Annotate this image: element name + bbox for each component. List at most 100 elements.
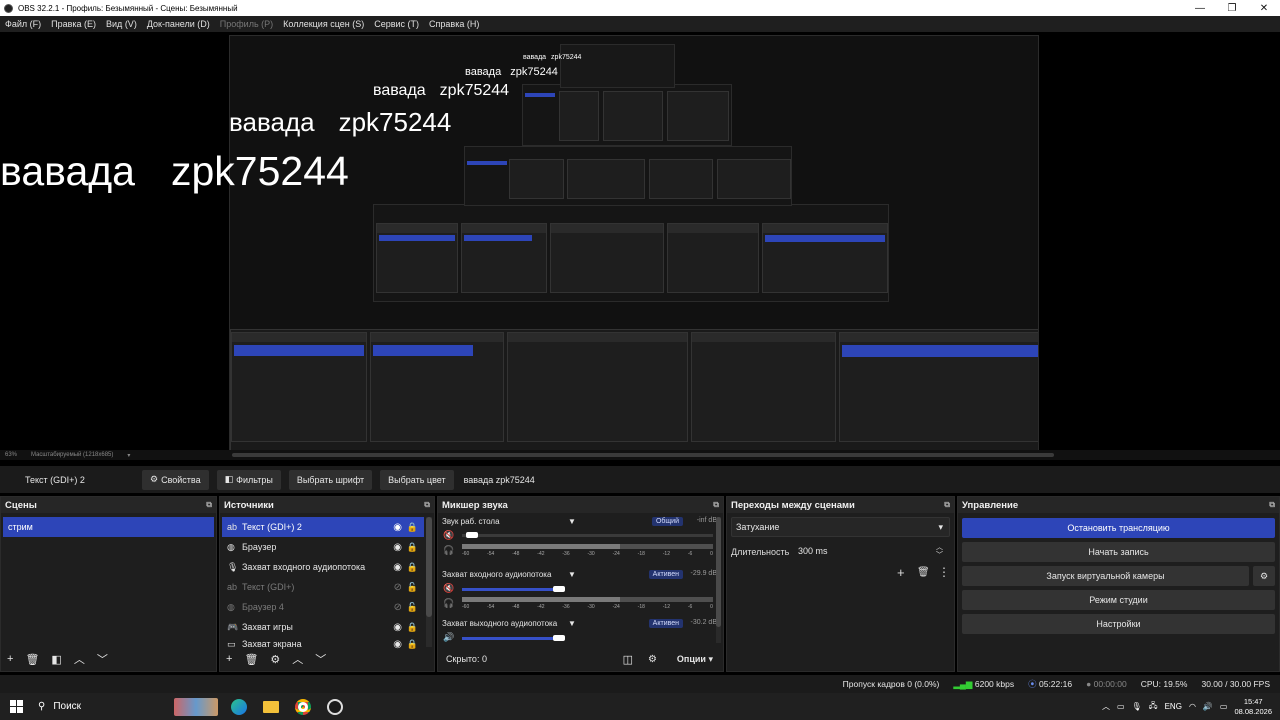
- eye-hidden-icon[interactable]: ⊘: [394, 602, 402, 613]
- gear-icon[interactable]: ⚙: [270, 653, 280, 666]
- move-up-icon[interactable]: ︿: [292, 651, 303, 667]
- popout-icon[interactable]: ⧉: [1269, 500, 1275, 510]
- restore-button[interactable]: ❐: [1216, 0, 1248, 16]
- scene-item[interactable]: стрим: [3, 517, 214, 537]
- monitor-icon[interactable]: ▭: [1117, 702, 1125, 711]
- obs-taskbar-icon[interactable]: [322, 696, 348, 718]
- chevron-down-icon[interactable]: ▼: [568, 619, 576, 628]
- volume-icon[interactable]: 🔊: [1203, 702, 1213, 711]
- unlock-icon[interactable]: 🔓: [407, 582, 418, 593]
- move-down-icon[interactable]: ﹀: [315, 651, 326, 667]
- move-down-icon[interactable]: ﹀: [97, 651, 108, 667]
- chevron-down-icon[interactable]: ▼: [568, 517, 576, 526]
- volume-slider[interactable]: [462, 588, 559, 591]
- menu-view[interactable]: Вид (V): [106, 19, 137, 29]
- transition-select[interactable]: Затухание ▾: [731, 517, 950, 537]
- minimize-button[interactable]: —: [1184, 0, 1216, 16]
- menu-profile[interactable]: Профиль (P): [220, 19, 273, 29]
- stop-streaming-button[interactable]: Остановить трансляцию: [962, 518, 1275, 538]
- trash-icon[interactable]: 🗑: [917, 567, 930, 578]
- unlock-icon[interactable]: 🔓: [407, 602, 418, 613]
- headphones-icon[interactable]: 🎧: [443, 545, 454, 556]
- layout-icon[interactable]: ◫: [623, 653, 633, 666]
- source-item[interactable]: 🎙 Захват входного аудиопотока ◉ 🔒: [222, 557, 424, 577]
- source-item[interactable]: ab Текст (GDI+) 2 ◉ 🔒: [222, 517, 424, 537]
- eye-hidden-icon[interactable]: ⊘: [394, 582, 402, 593]
- popout-icon[interactable]: ⧉: [206, 500, 212, 510]
- network-icon[interactable]: 🖧: [1149, 700, 1158, 714]
- source-item[interactable]: ab Текст (GDI+) ⊘ 🔓: [222, 577, 424, 597]
- taskbar-search[interactable]: ⚲ Поиск: [32, 701, 172, 712]
- add-icon[interactable]: +: [226, 653, 232, 665]
- lock-icon[interactable]: 🔒: [407, 562, 418, 573]
- edge-browser-icon[interactable]: [226, 696, 252, 718]
- advanced-audio-icon[interactable]: ⚙: [648, 654, 657, 665]
- microphone-icon[interactable]: 🎙: [1132, 702, 1142, 711]
- filters-button[interactable]: ◧ Фильтры: [216, 469, 281, 490]
- widgets-icon[interactable]: [172, 696, 220, 718]
- volume-slider[interactable]: [462, 534, 713, 537]
- menu-edit[interactable]: Правка (E): [51, 19, 96, 29]
- start-virtual-camera-button[interactable]: Запуск виртуальной камеры: [962, 566, 1249, 586]
- source-item[interactable]: ◍ Браузер ◉ 🔒: [222, 537, 424, 557]
- popout-icon[interactable]: ⧉: [713, 500, 719, 510]
- preview-canvas[interactable]: вавада zpk75244 вавада zpk75244 вавада zpk7…: [0, 32, 1280, 466]
- battery-icon[interactable]: ▭: [1220, 702, 1228, 711]
- speaker-muted-icon[interactable]: 🔇: [443, 583, 454, 594]
- close-button[interactable]: ✕: [1248, 0, 1280, 16]
- trash-icon[interactable]: 🗑: [25, 653, 39, 666]
- add-icon[interactable]: +: [897, 565, 905, 580]
- trash-icon[interactable]: 🗑: [244, 653, 258, 666]
- vertical-scrollbar[interactable]: [426, 517, 432, 647]
- language-indicator[interactable]: ENG: [1165, 702, 1182, 711]
- file-explorer-icon[interactable]: [258, 696, 284, 718]
- menu-file[interactable]: Файл (F): [5, 19, 41, 29]
- scrollbar-thumb[interactable]: [426, 517, 432, 617]
- volume-slider[interactable]: [462, 637, 559, 640]
- lock-icon[interactable]: 🔒: [407, 522, 418, 533]
- speaker-muted-icon[interactable]: 🔇: [443, 530, 454, 541]
- properties-button[interactable]: ⚙ Свойства: [142, 469, 209, 490]
- select-font-button[interactable]: Выбрать шрифт: [288, 469, 373, 490]
- move-up-icon[interactable]: ︿: [74, 651, 85, 667]
- studio-mode-button[interactable]: Режим студии: [962, 590, 1275, 610]
- start-button[interactable]: [0, 693, 32, 720]
- start-recording-button[interactable]: Начать запись: [962, 542, 1275, 562]
- headphones-icon[interactable]: 🎧: [443, 598, 454, 609]
- menu-tools[interactable]: Сервис (T): [374, 19, 419, 29]
- lock-icon[interactable]: 🔒: [407, 622, 418, 633]
- chevron-down-icon[interactable]: ▼: [568, 570, 576, 579]
- settings-button[interactable]: Настройки: [962, 614, 1275, 634]
- popout-icon[interactable]: ⧉: [424, 500, 430, 510]
- source-item[interactable]: ◍ Браузер 4 ⊘ 🔓: [222, 597, 424, 617]
- chevron-down-icon[interactable]: ▾: [127, 452, 130, 459]
- menu-docks[interactable]: Док-панели (D): [147, 19, 210, 29]
- wifi-icon[interactable]: ◠: [1189, 702, 1196, 711]
- clock[interactable]: 15:47 08.08.2026: [1234, 697, 1272, 717]
- menu-help[interactable]: Справка (H): [429, 19, 479, 29]
- vertical-scrollbar[interactable]: [716, 517, 721, 643]
- speaker-icon[interactable]: 🔊: [443, 632, 454, 643]
- source-item[interactable]: 🎮 Захват игры ◉ 🔒: [222, 617, 424, 637]
- chevron-up-icon[interactable]: ︿: [1102, 701, 1110, 712]
- scale-mode[interactable]: Масштабируемый (1218x685): [31, 452, 113, 459]
- popout-icon[interactable]: ⧉: [944, 500, 950, 510]
- zoom-level[interactable]: 63%: [5, 452, 17, 459]
- eye-icon[interactable]: ◉: [393, 639, 402, 650]
- eye-icon[interactable]: ◉: [393, 542, 402, 553]
- volume-knob[interactable]: [466, 532, 478, 538]
- preview-horizontal-scrollbar[interactable]: [0, 450, 1280, 460]
- chrome-icon[interactable]: [290, 696, 316, 718]
- more-icon[interactable]: ⋮: [938, 565, 950, 579]
- options-menu[interactable]: Опции ▾: [677, 654, 713, 665]
- eye-icon[interactable]: ◉: [393, 522, 402, 533]
- add-icon[interactable]: +: [7, 653, 13, 665]
- select-color-button[interactable]: Выбрать цвет: [380, 469, 454, 490]
- lock-icon[interactable]: 🔒: [407, 639, 418, 650]
- menu-scene-collection[interactable]: Коллекция сцен (S): [283, 19, 364, 29]
- eye-icon[interactable]: ◉: [393, 622, 402, 633]
- filter-icon[interactable]: ◧: [51, 653, 61, 666]
- volume-knob[interactable]: [553, 635, 565, 641]
- virtual-camera-settings-button[interactable]: ⚙: [1253, 566, 1275, 586]
- scrollbar-thumb[interactable]: [232, 453, 1054, 457]
